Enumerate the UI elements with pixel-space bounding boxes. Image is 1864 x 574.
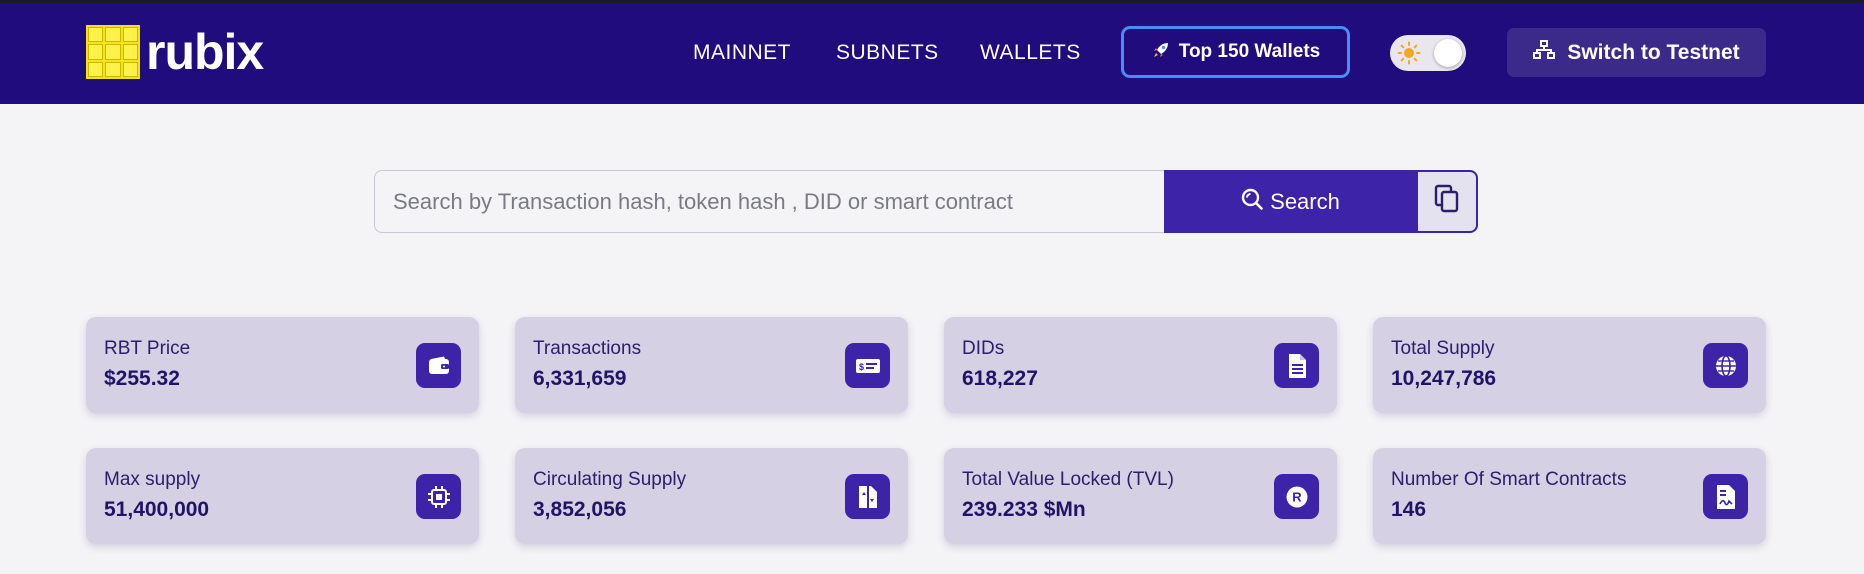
stat-label: Total Supply [1391, 338, 1495, 359]
stat-label: Circulating Supply [533, 469, 687, 490]
stat-card-tvl: Total Value Locked (TVL) 239.233 $Mn R [944, 448, 1337, 544]
stat-card-rbt-price: RBT Price $255.32 [86, 317, 479, 413]
stat-value: 10,247,786 [1391, 367, 1497, 390]
brand-name: rubix [146, 24, 264, 80]
stat-value: 146 [1391, 498, 1427, 521]
stat-card-total-supply: Total Supply 10,247,786 [1373, 317, 1766, 413]
svg-text:R: R [1292, 489, 1302, 504]
search-button-label: Search [1270, 188, 1340, 214]
stat-value: 6,331,659 [533, 367, 627, 390]
toggle-knob [1434, 39, 1462, 67]
network-icon [1533, 39, 1556, 66]
stat-value: 3,852,056 [533, 498, 627, 521]
globe-icon [1703, 343, 1748, 388]
site-header: rubix MAINNET SUBNETS WALLETS Top 150 Wa… [0, 3, 1864, 104]
chip-icon [416, 474, 461, 519]
svg-text:$: $ [859, 362, 864, 372]
contract-icon [1703, 474, 1748, 519]
search-input[interactable] [374, 170, 1164, 233]
switch-testnet-button[interactable]: Switch to Testnet [1507, 28, 1766, 77]
wallet-icon [416, 343, 461, 388]
nav-subnets[interactable]: SUBNETS [836, 41, 939, 65]
stat-card-circulating-supply: Circulating Supply 3,852,056 [515, 448, 908, 544]
copy-icon [1433, 184, 1461, 219]
nav-mainnet[interactable]: MAINNET [693, 41, 791, 65]
switch-testnet-label: Switch to Testnet [1567, 40, 1740, 64]
nav-wallets[interactable]: WALLETS [980, 41, 1081, 65]
logo-grid-icon [86, 25, 140, 79]
sun-icon [1397, 41, 1421, 65]
rocket-icon [1151, 40, 1171, 65]
money-bill-icon: $ [845, 343, 890, 388]
stat-label: Max supply [104, 469, 201, 490]
top-wallets-label: Top 150 Wallets [1178, 41, 1321, 62]
stat-card-dids: DIDs 618,227 [944, 317, 1337, 413]
top-wallets-button[interactable]: Top 150 Wallets [1121, 26, 1350, 78]
stat-value: $255.32 [104, 367, 180, 390]
stat-card-transactions: Transactions 6,331,659 $ [515, 317, 908, 413]
file-transfer-icon [845, 474, 890, 519]
document-icon [1274, 343, 1319, 388]
stat-card-smart-contracts: Number Of Smart Contracts 146 [1373, 448, 1766, 544]
r-coin-icon: R [1274, 474, 1319, 519]
search-bar: Search [374, 170, 1478, 233]
stat-label: Number Of Smart Contracts [1391, 469, 1627, 490]
stat-label: DIDs [962, 338, 1005, 359]
search-button[interactable]: Search [1164, 170, 1416, 233]
stat-value: 618,227 [962, 367, 1038, 390]
stat-card-max-supply: Max supply 51,400,000 [86, 448, 479, 544]
copy-button[interactable] [1416, 170, 1478, 233]
stat-label: Transactions [533, 338, 642, 359]
stat-label: RBT Price [104, 338, 191, 359]
stat-label: Total Value Locked (TVL) [962, 469, 1174, 490]
stat-value: 51,400,000 [104, 498, 210, 521]
brand-logo[interactable]: rubix [86, 24, 264, 80]
stat-value: 239.233 $Mn [962, 498, 1086, 521]
theme-toggle[interactable] [1390, 35, 1466, 71]
search-icon [1240, 187, 1264, 217]
